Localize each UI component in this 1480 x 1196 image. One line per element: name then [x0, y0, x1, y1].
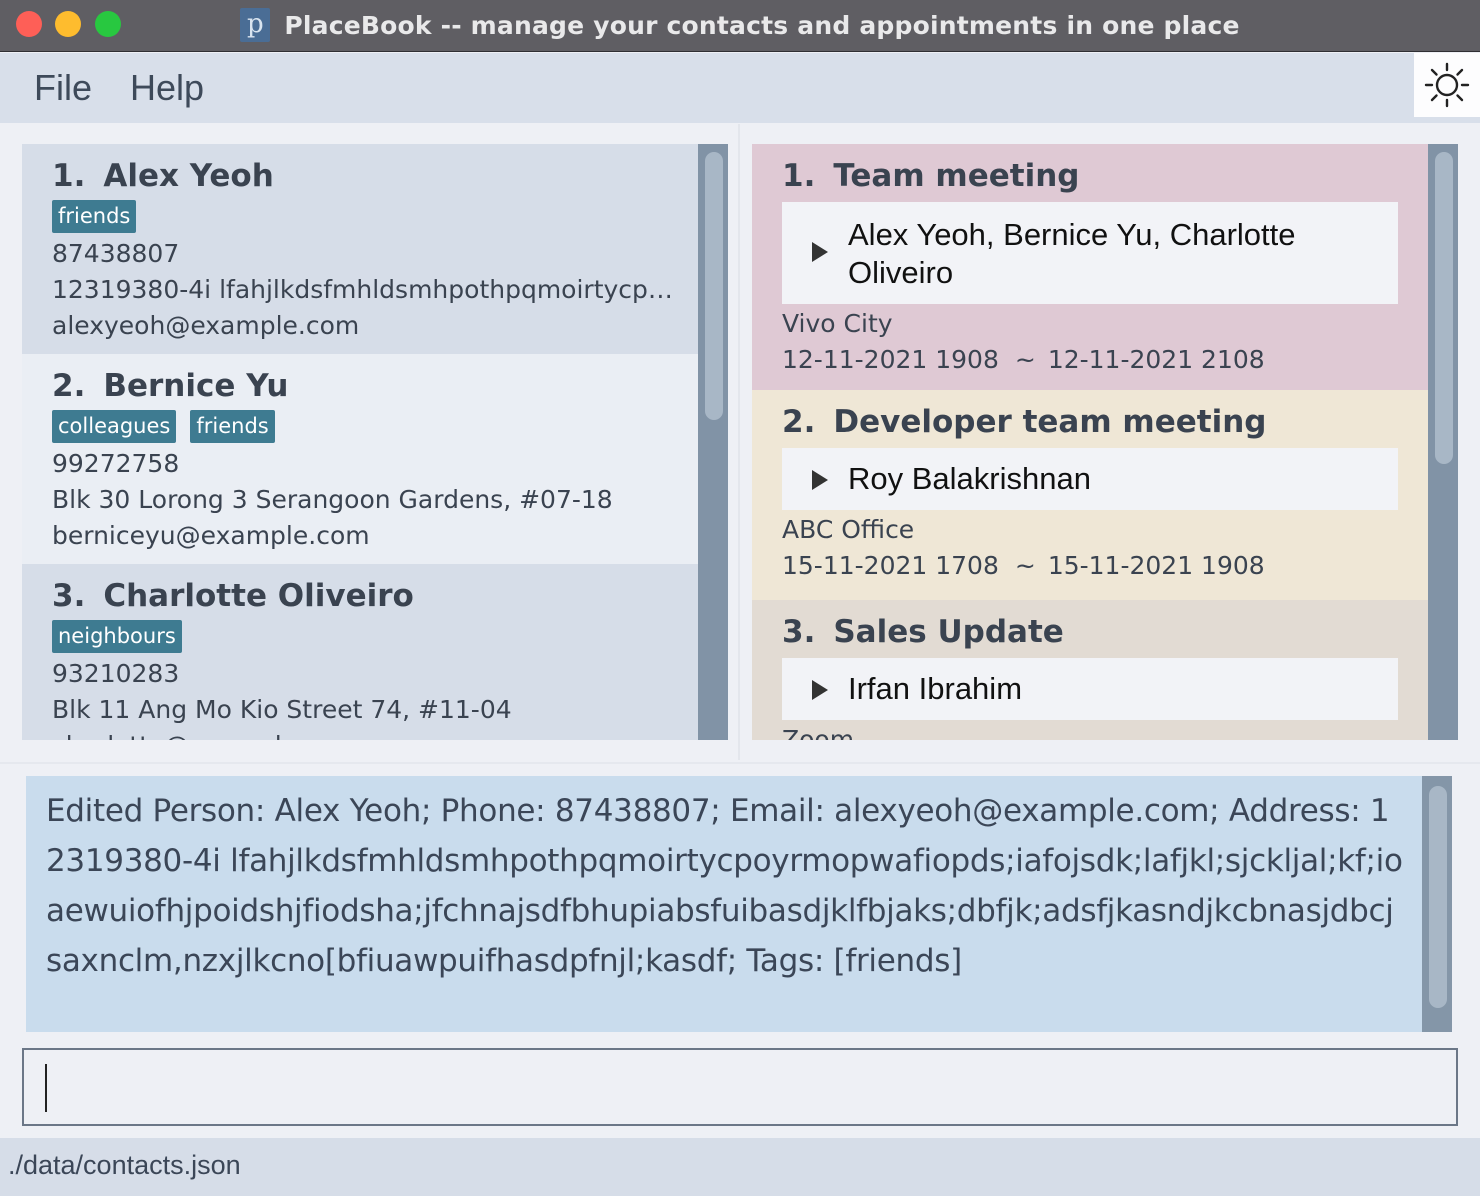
person-list-scrollbar[interactable] — [698, 144, 728, 740]
appointment-index: 3. — [782, 614, 816, 650]
menu-bar: File Help — [0, 53, 1480, 123]
result-text: Edited Person: Alex Yeoh; Phone: 8743880… — [46, 793, 1403, 979]
panel-divider[interactable] — [738, 124, 740, 760]
app-icon: p — [240, 8, 271, 42]
appointment-clients-toggle[interactable]: Alex Yeoh, Bernice Yu, Charlotte Oliveir… — [782, 202, 1398, 304]
appointment-title: 1. Team meeting — [782, 158, 1428, 198]
expand-triangle-icon — [812, 470, 828, 490]
person-phone: 99272758 — [52, 449, 180, 478]
status-bar: ./data/contacts.json — [0, 1138, 1480, 1196]
tag: colleagues — [52, 410, 177, 443]
person-card[interactable]: 2. Bernice Yu colleagues friends 99272758… — [22, 354, 698, 564]
appointment-end: 15-11-2021 1908 — [1047, 551, 1265, 580]
appointment-clients-toggle[interactable]: Roy Balakrishnan — [782, 448, 1398, 510]
expand-triangle-icon — [812, 680, 828, 700]
text-caret — [45, 1064, 47, 1112]
appointment-name: Team meeting — [833, 158, 1080, 194]
person-address: Blk 30 Lorong 3 Serangoon Gardens, #07-1… — [52, 485, 613, 514]
window-title: PlaceBook -- manage your contacts and ap… — [284, 10, 1240, 40]
appointment-clients: Alex Yeoh, Bernice Yu, Charlotte Oliveir… — [848, 217, 1296, 290]
person-name: Bernice Yu — [103, 368, 289, 404]
person-index: 3. — [52, 578, 86, 614]
appointment-end: 12-11-2021 2108 — [1047, 345, 1265, 374]
result-scroll-thumb[interactable] — [1429, 786, 1447, 1008]
person-title: 3. Charlotte Oliveiro — [52, 578, 698, 618]
appointment-location: ABC Office — [782, 515, 915, 544]
tag: neighbours — [52, 620, 182, 653]
person-list[interactable]: 1. Alex Yeoh friends 87438807 12319380-4i… — [22, 144, 728, 740]
appointment-location: Zoom — [782, 725, 855, 740]
person-card[interactable]: 3. Charlotte Oliveiro neighbours 93210283… — [22, 564, 698, 740]
appointment-card[interactable]: 1. Team meeting Alex Yeoh, Bernice Yu, Ch… — [752, 144, 1428, 390]
appointment-time: 15-11-2021 1708 ~15-11-2021 1908 — [782, 548, 1428, 584]
person-address: Blk 11 Ang Mo Kio Street 74, #11-04 — [52, 695, 512, 724]
expand-triangle-icon — [812, 242, 828, 262]
person-title: 1. Alex Yeoh — [52, 158, 698, 198]
appointment-clients-toggle[interactable]: Irfan Ibrahim — [782, 658, 1398, 720]
person-tags: neighbours — [52, 620, 698, 656]
range-separator: ~ — [1014, 551, 1036, 580]
range-separator: ~ — [1014, 345, 1036, 374]
theme-toggle-button[interactable] — [1414, 53, 1480, 117]
tag: friends — [190, 410, 275, 443]
menu-help[interactable]: Help — [130, 67, 204, 109]
person-name: Charlotte Oliveiro — [103, 578, 414, 614]
result-display[interactable]: Edited Person: Alex Yeoh; Phone: 8743880… — [26, 776, 1452, 1032]
appointment-index: 1. — [782, 158, 816, 194]
command-input[interactable] — [22, 1048, 1458, 1126]
person-email: berniceyu@example.com — [52, 521, 370, 550]
appointment-time: 12-11-2021 1908 ~12-11-2021 2108 — [782, 342, 1428, 378]
appointment-start: 15-11-2021 1708 — [782, 551, 999, 580]
appointment-title: 2. Developer team meeting — [782, 404, 1428, 444]
appointment-card[interactable]: 3. Sales Update Irfan Ibrahim Zoom — [752, 600, 1428, 740]
appointment-card[interactable]: 2. Developer team meeting Roy Balakrishna… — [752, 390, 1428, 600]
split-divider[interactable] — [0, 762, 1480, 764]
appointment-title: 3. Sales Update — [782, 614, 1428, 654]
person-phone: 93210283 — [52, 659, 180, 688]
appointment-clients: Irfan Ibrahim — [848, 671, 1023, 706]
tag: friends — [52, 200, 137, 233]
appointment-list[interactable]: 1. Team meeting Alex Yeoh, Bernice Yu, Ch… — [752, 144, 1458, 740]
appointment-clients: Roy Balakrishnan — [848, 461, 1091, 496]
person-phone: 87438807 — [52, 239, 180, 268]
person-email: charlotte@example.com — [52, 728, 680, 740]
person-index: 1. — [52, 158, 86, 194]
person-list-scroll-thumb[interactable] — [705, 152, 723, 420]
appointment-location: Vivo City — [782, 309, 893, 338]
appointment-name: Developer team meeting — [833, 404, 1267, 440]
person-address: 12319380-4i lfahjlkdsfmhldsmhpothpqmoirt… — [52, 275, 680, 304]
person-title: 2. Bernice Yu — [52, 368, 698, 408]
result-scrollbar[interactable] — [1422, 776, 1452, 1032]
appointment-name: Sales Update — [833, 614, 1064, 650]
person-index: 2. — [52, 368, 86, 404]
person-card[interactable]: 1. Alex Yeoh friends 87438807 12319380-4i… — [22, 144, 698, 354]
save-file-path: ./data/contacts.json — [8, 1150, 241, 1180]
appointment-index: 2. — [782, 404, 816, 440]
person-tags: colleagues friends — [52, 410, 698, 446]
appointment-start: 12-11-2021 1908 — [782, 345, 999, 374]
sun-icon — [1424, 62, 1470, 108]
person-name: Alex Yeoh — [103, 158, 274, 194]
menu-file[interactable]: File — [34, 67, 92, 109]
appointment-list-scroll-thumb[interactable] — [1435, 152, 1453, 464]
person-tags: friends — [52, 200, 698, 236]
appointment-list-scrollbar[interactable] — [1428, 144, 1458, 740]
title-bar: p PlaceBook -- manage your contacts and … — [0, 0, 1480, 52]
person-email: alexyeoh@example.com — [52, 311, 360, 340]
